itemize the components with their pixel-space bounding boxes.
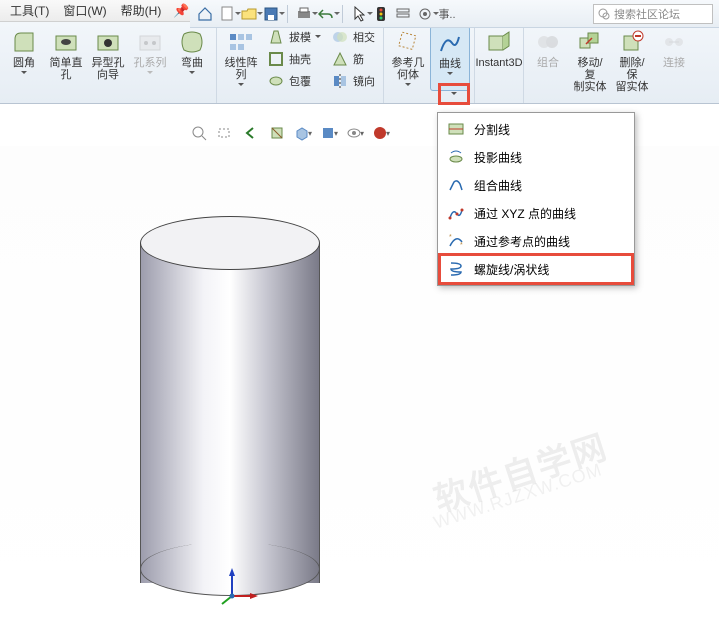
shell-button[interactable]: 抽壳 xyxy=(263,48,325,70)
display-style-icon[interactable]: ▾ xyxy=(320,124,338,142)
section-icon[interactable] xyxy=(268,124,286,142)
wrap2-button[interactable]: 包覆 xyxy=(263,70,325,92)
undo-icon[interactable] xyxy=(317,5,335,23)
hole-wizard-button[interactable]: 异型孔 向导 xyxy=(88,26,128,83)
simple-hole-button[interactable]: 简单直 孔 xyxy=(46,26,86,83)
split-line-icon xyxy=(446,119,466,139)
fillet-button[interactable]: 圆角 xyxy=(4,26,44,83)
linear-pattern-button[interactable]: 线性阵 列 xyxy=(221,26,261,92)
ribbon-group-bodies: 组合 移动/复 制实体 删除/保 留实体 连接 xyxy=(524,24,698,103)
new-icon[interactable] xyxy=(218,5,236,23)
svg-text:*: * xyxy=(460,242,463,249)
bubble-icon xyxy=(598,8,610,20)
curves-dropdown-highlight xyxy=(438,83,470,105)
hole-series-button[interactable]: 孔系列 xyxy=(130,26,170,83)
connect-button[interactable]: 连接 xyxy=(654,26,694,95)
rib-button[interactable]: 筋 xyxy=(327,48,379,70)
menu-composite-curve[interactable]: 组合曲线 xyxy=(440,171,632,199)
menu-split-line[interactable]: 分割线 xyxy=(440,115,632,143)
ribbon-group-features: 圆角 简单直 孔 异型孔 向导 孔系列 弯曲 xyxy=(0,24,217,103)
options-icon[interactable] xyxy=(394,5,412,23)
pin-icon[interactable]: 📌 xyxy=(173,3,189,19)
settings-icon[interactable] xyxy=(416,5,434,23)
composite-curve-icon xyxy=(446,175,466,195)
traffic-icon[interactable] xyxy=(372,5,390,23)
prev-view-icon[interactable] xyxy=(242,124,260,142)
open-icon[interactable] xyxy=(240,5,258,23)
xyz-curve-icon xyxy=(446,203,466,223)
ref-geometry-button[interactable]: 参考几 何体 xyxy=(388,26,428,91)
menu-ref-point-curve[interactable]: ** 通过参考点的曲线 xyxy=(440,227,632,255)
search-placeholder: 搜索社区论坛 xyxy=(614,6,680,22)
delete-keep-button[interactable]: 删除/保 留实体 xyxy=(612,26,652,95)
draft-button[interactable]: 拔模 xyxy=(263,26,325,48)
cylinder-model xyxy=(140,216,320,596)
ribbon-group-instant3d: Instant3D xyxy=(475,24,524,103)
move-copy-button[interactable]: 移动/复 制实体 xyxy=(570,26,610,95)
quick-access-toolbar: 事.. 搜索社区论坛 xyxy=(190,0,719,28)
ref-point-curve-icon: ** xyxy=(446,231,466,251)
mirror-button[interactable]: 镜向 xyxy=(327,70,379,92)
hide-show-icon[interactable]: ▾ xyxy=(346,124,364,142)
origin-triad-icon xyxy=(220,566,260,606)
ribbon: 圆角 简单直 孔 异型孔 向导 孔系列 弯曲 线性阵 列 xyxy=(0,22,719,104)
menu-projected-curve[interactable]: 投影曲线 xyxy=(440,143,632,171)
print-icon[interactable] xyxy=(295,5,313,23)
menu-tools[interactable]: 工具(T) xyxy=(4,0,55,21)
svg-text:*: * xyxy=(449,234,452,241)
projected-curve-icon xyxy=(446,147,466,167)
select-icon[interactable] xyxy=(350,5,368,23)
combine-button[interactable]: 组合 xyxy=(528,26,568,95)
save-icon[interactable] xyxy=(262,5,280,23)
heads-up-toolbar: ▾ ▾ ▾ ▾ xyxy=(190,120,390,146)
intersect-button[interactable]: 相交 xyxy=(327,26,379,48)
appearance-icon[interactable]: ▾ xyxy=(372,124,390,142)
menu-help[interactable]: 帮助(H) xyxy=(115,0,168,21)
ribbon-group-pattern: 线性阵 列 拔模 抽壳 包覆 相交 筋 镜向 xyxy=(217,24,384,103)
helix-icon xyxy=(446,259,466,279)
watermark-sub: WWW.RJZXW.COM xyxy=(431,459,605,533)
zoom-area-icon[interactable] xyxy=(216,124,234,142)
wrap-button[interactable]: 弯曲 xyxy=(172,26,212,83)
view-orient-icon[interactable]: ▾ xyxy=(294,124,312,142)
curves-dropdown-menu: 分割线 投影曲线 组合曲线 通过 XYZ 点的曲线 ** 通过参考点的曲线 螺旋… xyxy=(437,112,635,286)
menu-xyz-curve[interactable]: 通过 XYZ 点的曲线 xyxy=(440,199,632,227)
menu-helix-spiral[interactable]: 螺旋线/涡状线 xyxy=(440,255,632,283)
zoom-fit-icon[interactable] xyxy=(190,124,208,142)
curves-button[interactable]: 曲线 xyxy=(430,26,470,91)
watermark-text: 软件自学网 xyxy=(427,419,613,521)
instant3d-button[interactable]: Instant3D xyxy=(479,26,519,71)
search-input[interactable]: 搜索社区论坛 xyxy=(593,4,713,24)
home-icon[interactable] xyxy=(196,5,214,23)
menu-window[interactable]: 窗口(W) xyxy=(57,0,112,21)
more-icon[interactable]: 事.. xyxy=(438,5,456,23)
